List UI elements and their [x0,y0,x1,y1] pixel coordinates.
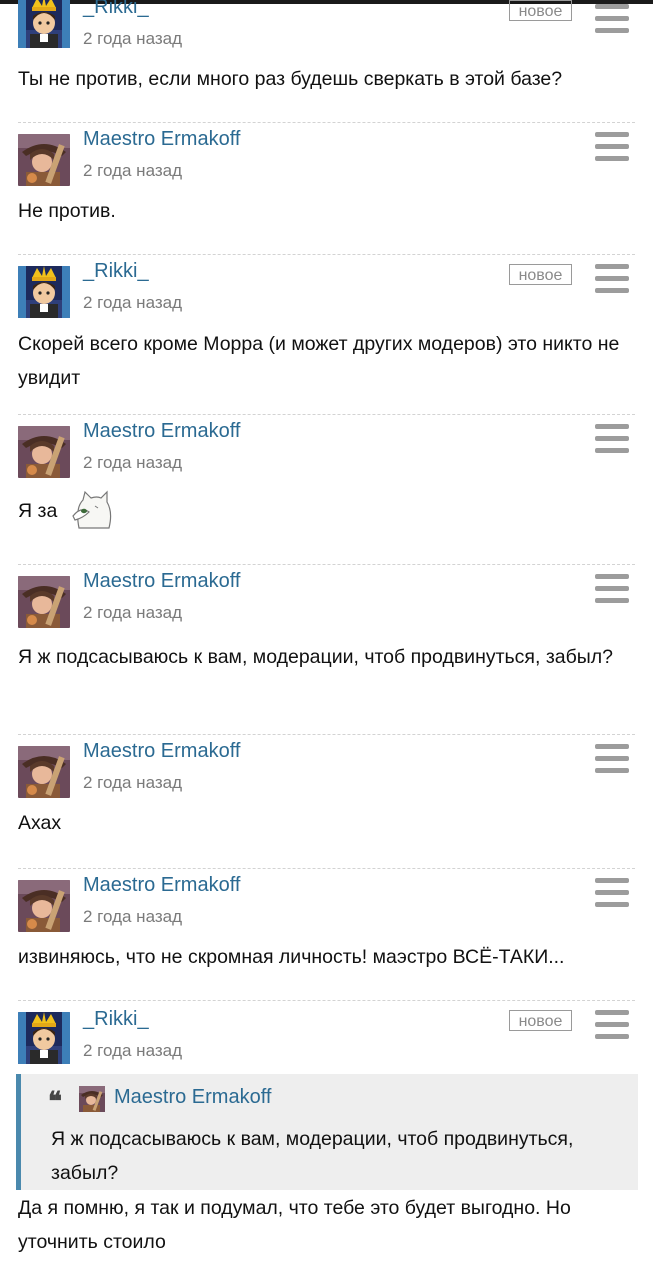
hamburger-menu-icon [595,1034,629,1039]
rikki-avatar-image [18,1012,70,1064]
comment-author-link[interactable]: _Rikki_ [83,0,149,19]
comment-text: Я за [18,488,638,536]
comment-text: Я ж подсасываюсь к вам, модерации, чтоб … [18,646,614,668]
avatar[interactable] [18,266,70,318]
comment-text: Да я помню, я так и подумал, что тебе эт… [18,1197,571,1253]
comment-item: _Rikki_ 2 года назад новое Ты не против,… [0,0,653,96]
hamburger-menu-icon [595,424,629,429]
comment-author-link[interactable]: Maestro Ermakoff [83,570,240,593]
comment-divider [18,1000,635,1001]
comment-menu-button[interactable] [594,130,632,164]
cat-peeking-sticker [72,490,111,529]
quoted-reply: ❝ Maestro Ermakoff Я ж подсасываюсь к ва… [16,1074,638,1190]
hamburger-menu-icon [595,768,629,773]
comment-timestamp: 2 года назад [83,773,183,792]
comment-text: Ахах [18,812,62,834]
hamburger-menu-icon [595,16,629,21]
avatar[interactable] [18,426,70,478]
hamburger-menu-icon [595,744,629,749]
maestro-avatar-image [18,134,70,186]
comment-divider [18,122,635,123]
avatar[interactable] [18,880,70,932]
hamburger-menu-icon [595,878,629,883]
rikki-avatar-image [18,0,70,48]
hamburger-menu-icon [595,28,629,33]
comment-text: Ты не против, если много раз будешь свер… [18,68,563,90]
comment-timestamp: 2 года назад [83,603,183,622]
avatar[interactable] [18,0,70,48]
comment-author-link[interactable]: Maestro Ermakoff [83,874,240,897]
new-badge: новое [509,1010,572,1031]
new-badge: новое [509,0,572,21]
hamburger-menu-icon [595,288,629,293]
hamburger-menu-icon [595,276,629,281]
comment-item: Maestro Ermakoff 2 года назад Не против. [0,122,653,252]
maestro-avatar-image [18,426,70,478]
maestro-avatar-image [18,746,70,798]
hamburger-menu-icon [595,132,629,137]
avatar[interactable] [18,746,70,798]
quote-mark-icon: ❝ [48,1087,62,1117]
comment-text: Скорей всего кроме Морра (и может других… [18,333,620,389]
comment-divider [18,414,635,415]
comment-timestamp: 2 года назад [83,29,183,48]
hamburger-menu-icon [595,586,629,591]
hamburger-menu-icon [595,264,629,269]
comment-author-link[interactable]: Maestro Ermakoff [83,420,240,443]
avatar[interactable] [18,1012,70,1064]
quote-text: Я ж подсасываюсь к вам, модерации, чтоб … [51,1128,574,1184]
comment-author-link[interactable]: Maestro Ermakoff [83,740,240,763]
comment-divider [18,734,635,735]
comment-author-link[interactable]: _Rikki_ [83,1008,149,1031]
maestro-avatar-image [18,576,70,628]
comment-menu-button[interactable] [594,876,632,910]
hamburger-menu-icon [595,436,629,441]
comment-author-link[interactable]: _Rikki_ [83,260,149,283]
comment-text: извиняюсь, что не скромная личность! маэ… [18,946,565,968]
hamburger-menu-icon [595,574,629,579]
hamburger-menu-icon [595,1010,629,1015]
comment-item: Maestro Ermakoff 2 года назад извиняюсь,… [0,868,653,998]
comment-timestamp: 2 года назад [83,907,183,926]
hamburger-menu-icon [595,756,629,761]
rikki-avatar-image [18,266,70,318]
hamburger-menu-icon [595,902,629,907]
comment-text-content: Я за [18,500,58,523]
comment-timestamp: 2 года назад [83,293,183,312]
hamburger-menu-icon [595,598,629,603]
avatar[interactable] [18,134,70,186]
avatar[interactable] [18,576,70,628]
comment-menu-button[interactable] [594,1008,632,1042]
hamburger-menu-icon [595,156,629,161]
comment-divider [18,254,635,255]
comment-item: _Rikki_ 2 года назад новое ❝ Maestro Erm… [0,1000,653,1280]
maestro-avatar-image [79,1086,105,1112]
comment-item: _Rikki_ 2 года назад новое Скорей всего … [0,254,653,404]
comment-item: Maestro Ermakoff 2 года назад Ахах [0,734,653,864]
hamburger-menu-icon [595,448,629,453]
comment-divider [18,868,635,869]
comment-menu-button[interactable] [594,2,632,36]
new-badge: новое [509,264,572,285]
comment-menu-button[interactable] [594,422,632,456]
comment-author-link[interactable]: Maestro Ermakoff [83,128,240,151]
comment-text: Не против. [18,200,116,222]
quote-author-link[interactable]: Maestro Ermakoff [114,1086,271,1109]
comment-menu-button[interactable] [594,742,632,776]
comment-divider [18,564,635,565]
comment-menu-button[interactable] [594,262,632,296]
hamburger-menu-icon [595,144,629,149]
comment-menu-button[interactable] [594,572,632,606]
comment-item: Maestro Ermakoff 2 года назад Я ж подсас… [0,564,653,734]
hamburger-menu-icon [595,890,629,895]
comment-timestamp: 2 года назад [83,161,183,180]
hamburger-menu-icon [595,1022,629,1027]
maestro-avatar-image [18,880,70,932]
comment-item: Maestro Ermakoff 2 года назад Я за [0,414,653,554]
hamburger-menu-icon [595,4,629,9]
quote-avatar[interactable] [79,1086,105,1112]
comment-timestamp: 2 года назад [83,453,183,472]
comment-timestamp: 2 года назад [83,1041,183,1060]
